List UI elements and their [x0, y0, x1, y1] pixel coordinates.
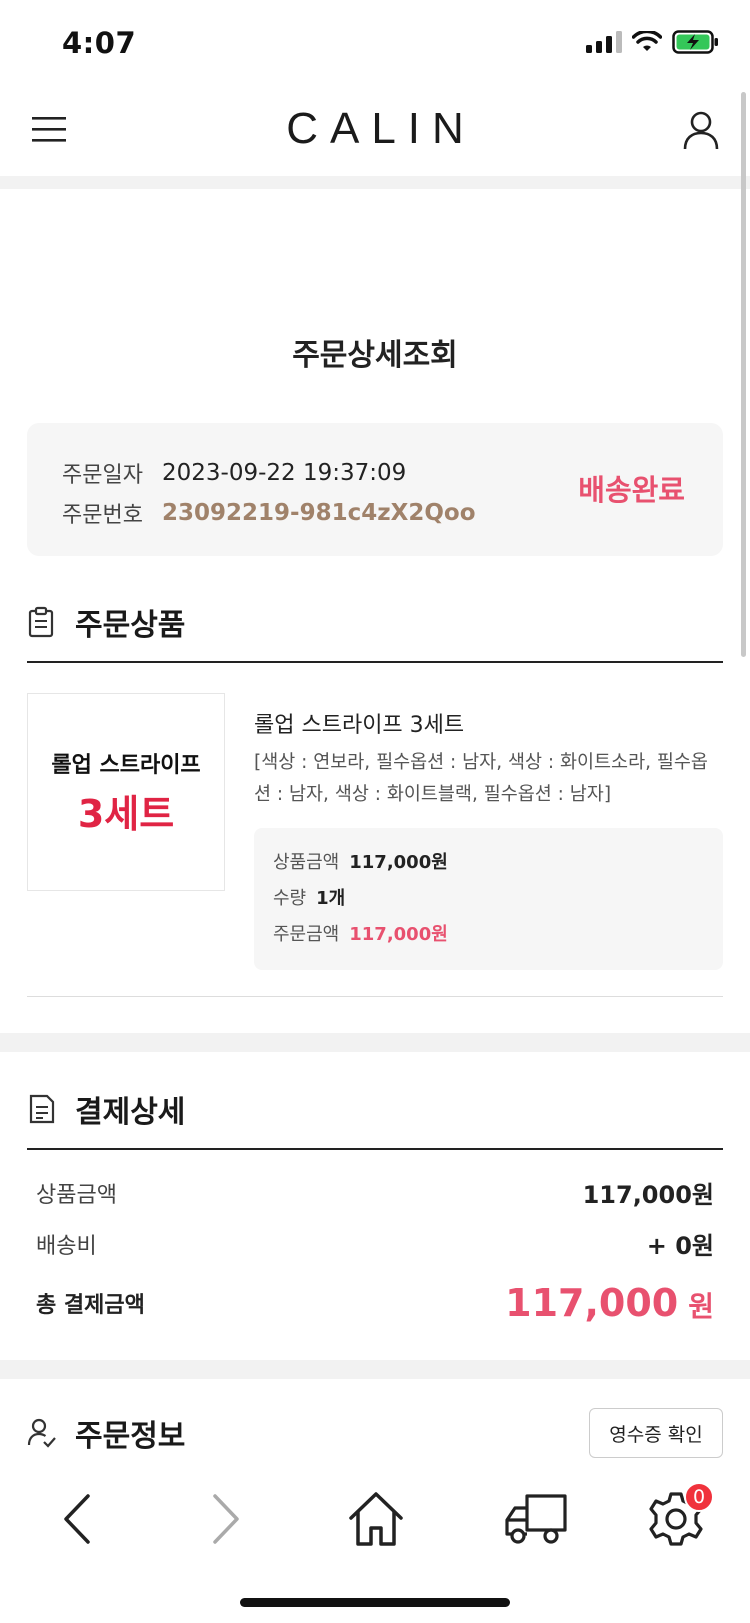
home-indicator	[240, 1598, 510, 1607]
status-bar: 4:07	[0, 0, 750, 88]
brand-logo[interactable]: CALIN	[0, 104, 750, 154]
quantity-value: 1개	[316, 888, 346, 909]
order-number-row: 주문번호 23092219-981c4zX2Qoo	[62, 497, 476, 529]
scrollbar-thumb[interactable]	[741, 92, 746, 657]
receipt-document-icon	[29, 1094, 55, 1124]
shipping-fee-row: 배송비 + 0원	[36, 1226, 714, 1261]
payment-details-title: 결제상세	[75, 1095, 186, 1130]
forward-icon[interactable]	[209, 1493, 243, 1545]
status-icons	[586, 30, 720, 54]
product-thumbnail[interactable]: 롤업 스트라이프 3세트	[27, 693, 225, 891]
nav-delivery[interactable]	[486, 1484, 586, 1554]
status-time: 4:07	[62, 26, 137, 60]
order-date-label: 주문일자	[62, 463, 143, 488]
product-price-box: 상품금액 117,000원 수량 1개 주문금액 117,000원	[254, 828, 723, 970]
bottom-navigation: 0	[0, 1462, 750, 1582]
delivery-status-badge: 배송완료	[578, 473, 685, 507]
delivery-truck-icon[interactable]	[503, 1492, 569, 1546]
wifi-icon	[632, 31, 662, 51]
back-icon[interactable]	[60, 1493, 94, 1545]
order-number-value: 23092219-981c4zX2Qoo	[162, 500, 476, 526]
clipboard-icon	[28, 606, 54, 638]
total-payment-value: 117,000	[505, 1281, 679, 1325]
product-name[interactable]: 롤업 스트라이프 3세트	[254, 707, 464, 739]
order-date-row: 주문일자 2023-09-22 19:37:09	[62, 457, 406, 489]
section-divider	[0, 1033, 750, 1052]
payment-product-amount-row: 상품금액 117,000원	[36, 1175, 714, 1210]
product-price-label: 상품금액	[273, 852, 340, 873]
total-payment-unit: 원	[688, 1290, 714, 1323]
order-amount-row: 주문금액 117,000원	[273, 920, 448, 946]
shipping-fee-label: 배송비	[36, 1233, 97, 1259]
product-price-value: 117,000원	[349, 852, 448, 873]
user-account-icon[interactable]	[682, 110, 720, 150]
product-price-row: 상품금액 117,000원	[273, 848, 448, 874]
nav-back[interactable]	[37, 1484, 117, 1554]
ordered-products-header: 주문상품	[27, 583, 723, 663]
home-icon[interactable]	[347, 1490, 405, 1548]
cellular-signal-icon	[586, 31, 622, 53]
app-header: CALIN	[0, 88, 750, 176]
order-date-value: 2023-09-22 19:37:09	[162, 460, 407, 486]
product-options: [색상 : 연보라, 필수옵션 : 남자, 색상 : 화이트소라, 필수옵션 :…	[254, 752, 708, 805]
nav-home[interactable]	[336, 1484, 416, 1554]
order-summary-card: 주문일자 2023-09-22 19:37:09 주문번호 23092219-9…	[27, 423, 723, 556]
payment-product-amount-label: 상품금액	[36, 1182, 117, 1208]
order-info-title: 주문정보	[75, 1419, 186, 1454]
battery-charging-icon	[672, 30, 718, 54]
shipping-fee-value: + 0원	[646, 1232, 714, 1260]
quantity-row: 수량 1개	[273, 884, 345, 910]
page-title: 주문상세조회	[292, 338, 458, 373]
ordered-products-title: 주문상품	[75, 608, 186, 643]
thumbnail-set-count: 3세트	[77, 791, 175, 836]
product-divider	[27, 996, 723, 997]
total-payment-row: 총 결제금액 117,000 원	[36, 1281, 714, 1325]
nav-settings[interactable]: 0	[636, 1482, 716, 1554]
quantity-label: 수량	[273, 888, 307, 909]
thumbnail-caption: 롤업 스트라이프	[51, 752, 201, 778]
section-divider-2	[0, 1360, 750, 1379]
user-check-icon	[27, 1418, 56, 1448]
order-amount-value: 117,000원	[349, 924, 448, 945]
payment-details-header: 결제상세	[27, 1070, 723, 1150]
header-divider	[0, 176, 750, 189]
order-amount-label: 주문금액	[273, 924, 340, 945]
total-payment-label: 총 결제금액	[36, 1293, 145, 1318]
settings-badge: 0	[684, 1482, 714, 1512]
payment-product-amount-value: 117,000원	[582, 1181, 714, 1209]
order-number-label: 주문번호	[62, 503, 143, 528]
nav-forward[interactable]	[186, 1484, 266, 1554]
total-payment-amount: 117,000 원	[505, 1281, 714, 1325]
receipt-check-button[interactable]: 영수증 확인	[589, 1408, 723, 1458]
